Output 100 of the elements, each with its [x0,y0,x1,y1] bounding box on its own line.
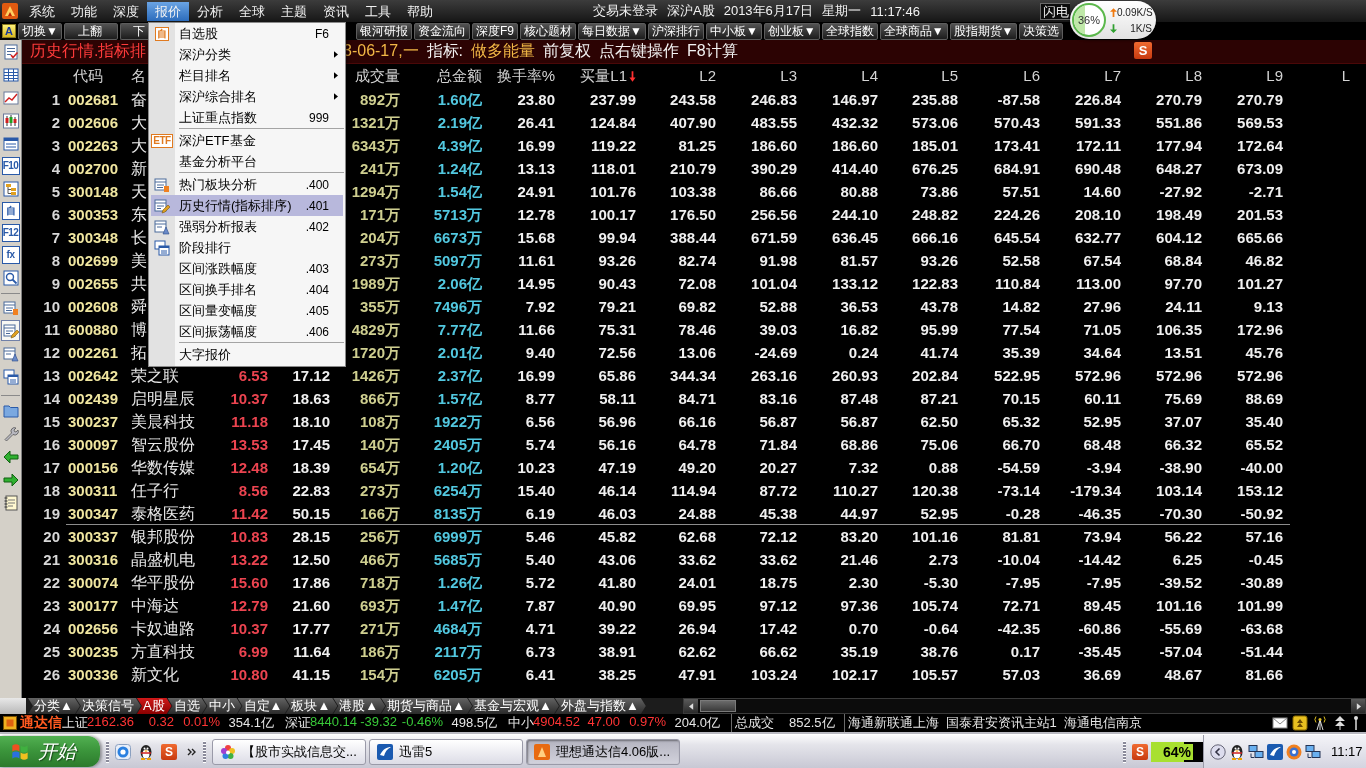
toolbar-button[interactable]: 全球商品▼ [879,22,948,40]
tool-button[interactable] [1,178,20,199]
horizontal-scrollbar[interactable] [683,698,1366,714]
toolbar-button[interactable]: 股指期货▼ [949,22,1018,40]
toolbar-button[interactable]: 中小板▼ [705,22,762,40]
toolbar-button[interactable]: 资金流向 [414,22,470,40]
menu-entry[interactable]: 区间振荡幅度 .406 [151,321,343,342]
toolbar-button[interactable]: 深度F9 [472,22,518,40]
server-name[interactable]: 国泰君安资讯主站1 [945,714,1057,732]
menu-item[interactable]: 分析 [189,1,231,21]
toolbar-button[interactable]: 创业板▼ [763,22,820,40]
menu-entry[interactable]: 基金分析平台 [151,151,343,172]
menu-entry[interactable]: ETF 深沪ETF基金 [151,130,343,151]
column-header[interactable]: 成交量 [355,67,400,85]
back-circle-icon[interactable] [1210,743,1226,760]
column-header[interactable]: 总金额 [437,67,482,85]
quick-launch-button[interactable]: S [161,743,177,760]
market-tab[interactable]: 中小 [202,698,242,714]
penguin-icon[interactable] [1229,743,1245,760]
toolbar-button[interactable]: 每日数据▼ [578,22,646,40]
column-header[interactable]: L9 [1266,67,1283,85]
ime-button[interactable]: S [1134,42,1152,59]
network-icon[interactable] [1305,743,1321,760]
tool-button[interactable] [1,366,20,387]
market-tab[interactable]: 基金与宏观▲ [468,698,559,714]
toolbar-button[interactable]: 下 [119,22,148,40]
tool-button[interactable] [1,110,20,131]
taskbar-button[interactable]: 理想通达信4.06版... [526,738,680,765]
server-name[interactable]: 海通新联通上海 [847,714,939,732]
swirl-icon[interactable] [1286,743,1302,760]
menu-item[interactable]: 系统 [21,1,63,21]
menu-entry[interactable]: 区间量变幅度 .405 [151,300,343,321]
network-icon[interactable] [1248,743,1264,760]
column-header[interactable]: 换手率% [496,67,555,85]
menu-item[interactable]: 帮助 [399,1,441,21]
market-tab[interactable]: 自定▲ [237,698,290,714]
tool-button[interactable] [1,320,20,341]
menu-item[interactable]: 全球 [231,1,273,21]
column-header[interactable]: 名 [131,67,146,85]
column-header[interactable]: L8 [1185,67,1202,85]
toolbar-button[interactable]: 全球指数 [821,22,878,40]
market-tab[interactable]: 期货与商品▲ [381,698,473,714]
column-header[interactable]: L7 [1104,67,1121,85]
market-tab[interactable]: 决策信号 [75,698,141,714]
menu-entry[interactable]: 阶段排行 [151,237,343,258]
column-header[interactable]: L6 [1023,67,1040,85]
toolbar-button[interactable]: 切换▼ [18,22,62,40]
tool-button[interactable] [1,41,20,62]
market-tab[interactable]: 港股▲ [333,698,386,714]
toolbar-button[interactable]: 核心题材 [520,22,576,40]
taskbar-button[interactable]: 迅雷5 [369,738,523,765]
start-button[interactable]: 开始 [0,736,100,767]
pin-icon[interactable] [1352,715,1360,731]
antenna-icon[interactable] [1312,715,1328,731]
menu-item[interactable]: 资讯 [315,1,357,21]
menu-entry[interactable]: 强弱分析报表 .402 [151,216,343,237]
column-header[interactable]: L3 [780,67,797,85]
toolbar-button[interactable]: 银河研报 [356,22,412,40]
penguin-icon[interactable] [138,743,154,760]
toolbar-button[interactable]: 上翻 [63,22,118,40]
menu-entry[interactable]: 深沪综合排名 [151,86,343,107]
swoosh-tile-icon[interactable] [1267,743,1283,760]
menu-entry[interactable]: 区间换手排名 .404 [151,279,343,300]
menu-item[interactable]: 功能 [63,1,105,21]
menu-item[interactable]: 报价 [147,1,189,21]
menu-item[interactable]: 主题 [273,1,315,21]
column-header[interactable]: 代码 [73,67,103,85]
column-header[interactable]: L2 [699,67,716,85]
menu-entry[interactable]: 区间涨跌幅度 .403 [151,258,343,279]
envelope-icon[interactable] [1272,715,1288,731]
menu-entry[interactable]: 深沪分类 [151,44,343,65]
menu-item[interactable]: 工具 [357,1,399,21]
letter-tile-button[interactable]: A [2,24,16,38]
column-header[interactable]: L [1341,67,1350,85]
market-tab[interactable]: 分类▲ [28,698,80,714]
menu-entry[interactable]: 栏目排名 [151,65,343,86]
column-header[interactable]: 买量L1 [580,67,636,85]
text-tool-button[interactable]: F10 [1,157,20,175]
taskbar-button[interactable]: 【股市实战信息交... [212,738,366,765]
flash-button[interactable]: 闪电 [1040,2,1070,20]
scroll-left-button[interactable] [684,699,698,713]
toolbar-button[interactable]: 沪深排行 [647,22,704,40]
scroll-thumb[interactable] [700,700,736,712]
tool-button[interactable] [1,267,20,288]
chevron-tile-icon[interactable] [1292,715,1308,731]
menu-item[interactable]: 深度 [105,1,147,21]
text-tool-button[interactable]: 自 [1,202,20,220]
column-header[interactable]: L5 [941,67,958,85]
market-tab[interactable]: 外盘与指数▲ [554,698,646,714]
scroll-right-button[interactable] [1351,699,1365,713]
menu-entry[interactable]: 历史行情(指标排序) .401 [151,195,343,216]
menu-entry[interactable]: 大字报价 [151,344,343,365]
column-header[interactable]: L4 [861,67,878,85]
market-tab[interactable]: A股 [136,698,172,714]
tray-button[interactable]: S [1132,743,1148,760]
toolbar-button[interactable]: 决策选 [1019,22,1064,40]
menu-entry[interactable]: 上证重点指数 999 [151,107,343,128]
text-tool-button[interactable]: fx [1,246,20,264]
chevron-icon[interactable] [187,747,197,756]
disc-icon[interactable] [115,743,131,760]
